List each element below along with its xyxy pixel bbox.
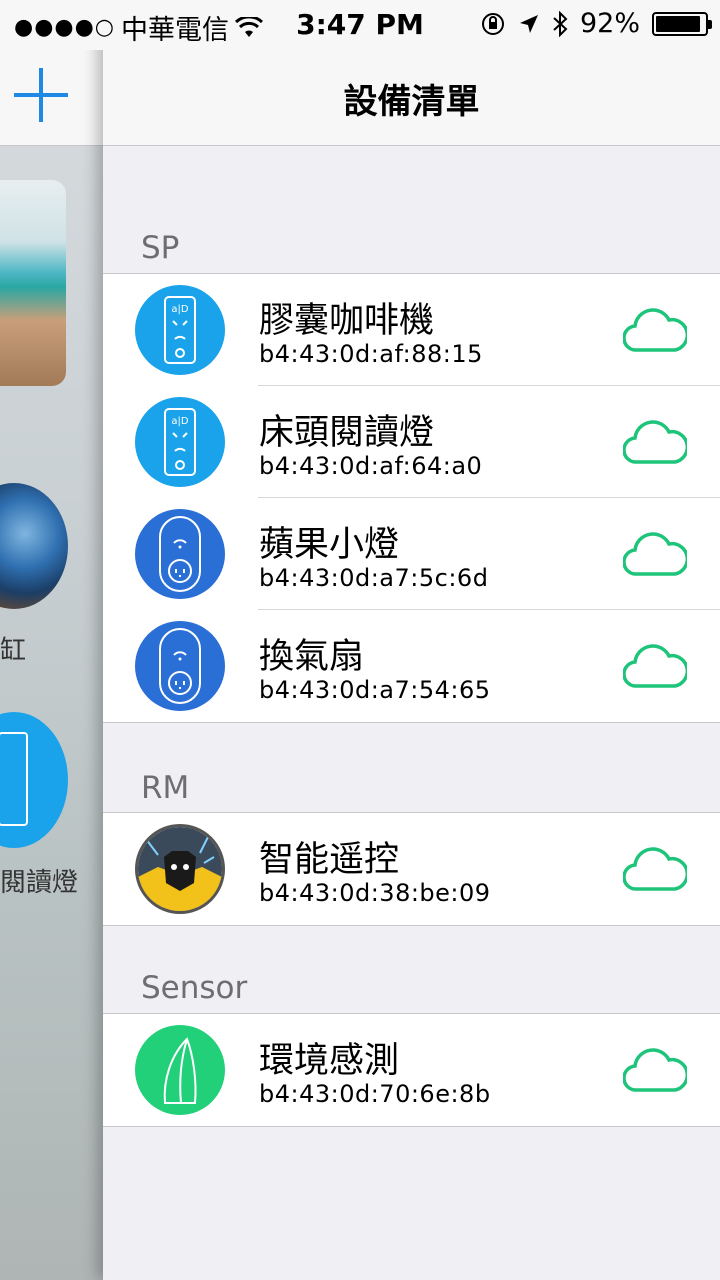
page-title: 設備清單 xyxy=(343,82,480,122)
device-name: 換氣扇 xyxy=(259,637,365,677)
device-name: 膠囊咖啡機 xyxy=(259,301,435,341)
battery-percentage: 92% xyxy=(579,8,640,39)
device-mac: b4:43:0d:a7:54:65 xyxy=(259,676,491,704)
device-row[interactable]: a|D 膠囊咖啡機 b4:43:0d:af:88:15 xyxy=(103,274,720,386)
device-mac: b4:43:0d:a7:5c:6d xyxy=(259,564,489,592)
device-name: 智能遥控 xyxy=(259,840,400,880)
cloud-icon xyxy=(623,532,687,576)
sensor-icon xyxy=(135,1025,225,1115)
reading-lamp-icon[interactable] xyxy=(0,712,68,848)
sp-round-plug-icon xyxy=(135,621,225,711)
device-row[interactable]: 智能遥控 b4:43:0d:38:be:09 xyxy=(103,813,720,925)
battery-fill xyxy=(656,15,701,32)
fish-tank-label: 缸 xyxy=(0,636,27,666)
room-photo[interactable] xyxy=(0,180,66,386)
device-name: 床頭閱讀燈 xyxy=(259,413,435,453)
sp-round-plug-icon xyxy=(135,509,225,599)
device-row[interactable]: 環境感測 b4:43:0d:70:6e:8b xyxy=(103,1014,720,1126)
cloud-icon xyxy=(623,420,687,464)
device-name: 環境感測 xyxy=(259,1041,400,1081)
section-header-sp: SP xyxy=(141,230,180,266)
cloud-icon xyxy=(623,308,687,352)
cloud-icon xyxy=(623,847,687,891)
section-sp: a|D 膠囊咖啡機 b4:43:0d:af:88:15 a|D 床頭閱讀燈 b4… xyxy=(103,273,720,723)
status-bar: ●●●●○ 中華電信 3:47 PM 92% xyxy=(0,0,720,50)
bluetooth-icon xyxy=(553,10,568,37)
svg-text:a|D: a|D xyxy=(171,416,188,427)
section-header-sensor: Sensor xyxy=(141,970,248,1006)
device-mac: b4:43:0d:38:be:09 xyxy=(259,879,491,907)
status-right: 92% xyxy=(480,8,712,39)
rotation-lock-icon xyxy=(481,12,504,35)
navbar: 設備清單 xyxy=(103,50,720,146)
sp-mini-plug-icon: a|D xyxy=(135,397,225,487)
section-sensor: 環境感測 b4:43:0d:70:6e:8b xyxy=(103,1013,720,1127)
svg-text:a|D: a|D xyxy=(171,304,188,315)
reading-lamp-label: 閱讀燈 xyxy=(0,868,79,898)
device-row[interactable]: a|D 床頭閱讀燈 b4:43:0d:af:64:a0 xyxy=(103,386,720,498)
cloud-icon xyxy=(623,644,687,688)
device-row[interactable]: 蘋果小燈 b4:43:0d:a7:5c:6d xyxy=(103,498,720,610)
add-button[interactable] xyxy=(14,68,68,122)
device-list-panel: 設備清單 SP a|D 膠囊咖啡機 b4:43:0d:af:88:15 a|D … xyxy=(103,0,720,1280)
cloud-icon xyxy=(623,1048,687,1092)
section-header-rm: RM xyxy=(141,770,190,806)
sp-mini-plug-icon: a|D xyxy=(135,285,225,375)
fish-tank-photo[interactable] xyxy=(0,483,68,609)
location-icon xyxy=(519,14,538,33)
section-rm: 智能遥控 b4:43:0d:38:be:09 xyxy=(103,812,720,926)
side-drawer: 缸 閱讀燈 xyxy=(0,0,103,1280)
device-mac: b4:43:0d:70:6e:8b xyxy=(259,1080,491,1108)
device-row[interactable]: 換氣扇 b4:43:0d:a7:54:65 xyxy=(103,610,720,722)
device-name: 蘋果小燈 xyxy=(259,525,400,565)
rm-remote-icon xyxy=(135,824,225,914)
battery-icon xyxy=(652,11,712,36)
device-mac: b4:43:0d:af:64:a0 xyxy=(259,452,483,480)
device-mac: b4:43:0d:af:88:15 xyxy=(259,340,483,368)
